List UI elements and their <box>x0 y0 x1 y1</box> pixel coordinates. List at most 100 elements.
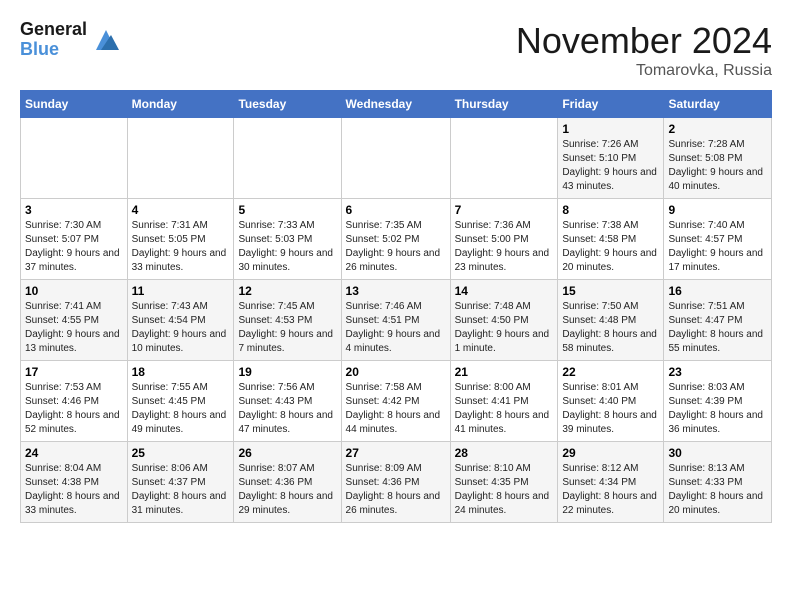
calendar-table: SundayMondayTuesdayWednesdayThursdayFrid… <box>20 90 772 523</box>
calendar-cell: 25 Sunrise: 8:06 AMSunset: 4:37 PMDayligh… <box>127 442 234 523</box>
day-number: 18 <box>132 365 230 379</box>
calendar-cell: 5 Sunrise: 7:33 AMSunset: 5:03 PMDaylight… <box>234 199 341 280</box>
calendar-cell: 26Sunrise: 8:07 AMSunset: 4:36 PMDayligh… <box>234 442 341 523</box>
day-info: Sunrise: 7:28 AMSunset: 5:08 PMDaylight:… <box>668 138 767 194</box>
calendar-cell <box>234 118 341 199</box>
day-info: Sunrise: 8:00 AMSunset: 4:41 PMDaylight:… <box>455 381 554 437</box>
day-info: Sunrise: 8:04 AMSunset: 4:38 PMDaylight:… <box>25 462 123 518</box>
title-section: November 2024 Tomarovka, Russia <box>516 20 772 80</box>
week-row-5: 24 Sunrise: 8:04 AMSunset: 4:38 PMDayligh… <box>21 442 772 523</box>
week-row-2: 3 Sunrise: 7:30 AMSunset: 5:07 PMDaylight… <box>21 199 772 280</box>
day-info: Sunrise: 7:53 AMSunset: 4:46 PMDaylight:… <box>25 381 123 437</box>
day-info: Sunrise: 7:46 AMSunset: 4:51 PMDaylight:… <box>346 300 446 356</box>
calendar-cell: 12 Sunrise: 7:45 AMSunset: 4:53 PMDayligh… <box>234 280 341 361</box>
calendar-cell: 16 Sunrise: 7:51 AMSunset: 4:47 PMDayligh… <box>664 280 772 361</box>
day-info: Sunrise: 7:26 AMSunset: 5:10 PMDaylight:… <box>562 138 659 194</box>
day-info: Sunrise: 7:58 AMSunset: 4:42 PMDaylight:… <box>346 381 446 437</box>
day-number: 4 <box>132 203 230 217</box>
day-number: 29 <box>562 446 659 460</box>
day-number: 5 <box>238 203 336 217</box>
day-number: 10 <box>25 284 123 298</box>
day-info: Sunrise: 7:33 AMSunset: 5:03 PMDaylight:… <box>238 219 336 275</box>
day-number: 13 <box>346 284 446 298</box>
day-info: Sunrise: 7:36 AMSunset: 5:00 PMDaylight:… <box>455 219 554 275</box>
calendar-cell: 19 Sunrise: 7:56 AMSunset: 4:43 PMDayligh… <box>234 361 341 442</box>
day-number: 3 <box>25 203 123 217</box>
day-number: 16 <box>668 284 767 298</box>
calendar-cell: 24 Sunrise: 8:04 AMSunset: 4:38 PMDayligh… <box>21 442 128 523</box>
day-header-thursday: Thursday <box>450 91 558 118</box>
calendar-cell: 18 Sunrise: 7:55 AMSunset: 4:45 PMDayligh… <box>127 361 234 442</box>
day-info: Sunrise: 8:01 AMSunset: 4:40 PMDaylight:… <box>562 381 659 437</box>
calendar-cell: 1 Sunrise: 7:26 AMSunset: 5:10 PMDaylight… <box>558 118 664 199</box>
day-header-friday: Friday <box>558 91 664 118</box>
day-info: Sunrise: 7:45 AMSunset: 4:53 PMDaylight:… <box>238 300 336 356</box>
day-info: Sunrise: 7:56 AMSunset: 4:43 PMDaylight:… <box>238 381 336 437</box>
calendar-cell: 28Sunrise: 8:10 AMSunset: 4:35 PMDayligh… <box>450 442 558 523</box>
calendar-cell: 11 Sunrise: 7:43 AMSunset: 4:54 PMDayligh… <box>127 280 234 361</box>
day-number: 26 <box>238 446 336 460</box>
day-number: 24 <box>25 446 123 460</box>
day-number: 11 <box>132 284 230 298</box>
day-number: 15 <box>562 284 659 298</box>
day-header-saturday: Saturday <box>664 91 772 118</box>
day-info: Sunrise: 8:12 AMSunset: 4:34 PMDaylight:… <box>562 462 659 518</box>
day-number: 30 <box>668 446 767 460</box>
day-number: 2 <box>668 122 767 136</box>
day-info: Sunrise: 7:48 AMSunset: 4:50 PMDaylight:… <box>455 300 554 356</box>
calendar-cell: 13 Sunrise: 7:46 AMSunset: 4:51 PMDayligh… <box>341 280 450 361</box>
calendar-cell: 14 Sunrise: 7:48 AMSunset: 4:50 PMDayligh… <box>450 280 558 361</box>
calendar-cell: 23Sunrise: 8:03 AMSunset: 4:39 PMDayligh… <box>664 361 772 442</box>
day-info: Sunrise: 8:10 AMSunset: 4:35 PMDaylight:… <box>455 462 554 518</box>
day-number: 23 <box>668 365 767 379</box>
day-number: 27 <box>346 446 446 460</box>
day-number: 1 <box>562 122 659 136</box>
day-number: 20 <box>346 365 446 379</box>
day-info: Sunrise: 7:55 AMSunset: 4:45 PMDaylight:… <box>132 381 230 437</box>
day-header-wednesday: Wednesday <box>341 91 450 118</box>
day-info: Sunrise: 7:30 AMSunset: 5:07 PMDaylight:… <box>25 219 123 275</box>
week-row-3: 10 Sunrise: 7:41 AMSunset: 4:55 PMDayligh… <box>21 280 772 361</box>
day-header-sunday: Sunday <box>21 91 128 118</box>
calendar-cell: 2 Sunrise: 7:28 AMSunset: 5:08 PMDaylight… <box>664 118 772 199</box>
week-row-1: 1 Sunrise: 7:26 AMSunset: 5:10 PMDaylight… <box>21 118 772 199</box>
page-header: GeneralBlue November 2024 Tomarovka, Rus… <box>20 20 772 80</box>
day-number: 21 <box>455 365 554 379</box>
day-number: 17 <box>25 365 123 379</box>
day-number: 12 <box>238 284 336 298</box>
day-info: Sunrise: 7:35 AMSunset: 5:02 PMDaylight:… <box>346 219 446 275</box>
day-info: Sunrise: 7:40 AMSunset: 4:57 PMDaylight:… <box>668 219 767 275</box>
calendar-cell: 3 Sunrise: 7:30 AMSunset: 5:07 PMDaylight… <box>21 199 128 280</box>
day-number: 6 <box>346 203 446 217</box>
calendar-cell: 21 Sunrise: 8:00 AMSunset: 4:41 PMDayligh… <box>450 361 558 442</box>
day-info: Sunrise: 7:43 AMSunset: 4:54 PMDaylight:… <box>132 300 230 356</box>
calendar-cell <box>341 118 450 199</box>
calendar-cell: 8Sunrise: 7:38 AMSunset: 4:58 PMDaylight… <box>558 199 664 280</box>
month-title: November 2024 <box>516 20 772 62</box>
calendar-cell: 22Sunrise: 8:01 AMSunset: 4:40 PMDayligh… <box>558 361 664 442</box>
day-number: 14 <box>455 284 554 298</box>
logo: GeneralBlue <box>20 20 121 60</box>
calendar-cell: 4Sunrise: 7:31 AMSunset: 5:05 PMDaylight… <box>127 199 234 280</box>
day-header-tuesday: Tuesday <box>234 91 341 118</box>
calendar-cell: 7Sunrise: 7:36 AMSunset: 5:00 PMDaylight… <box>450 199 558 280</box>
calendar-cell: 15 Sunrise: 7:50 AMSunset: 4:48 PMDayligh… <box>558 280 664 361</box>
day-info: Sunrise: 8:06 AMSunset: 4:37 PMDaylight:… <box>132 462 230 518</box>
calendar-cell <box>21 118 128 199</box>
header-row: SundayMondayTuesdayWednesdayThursdayFrid… <box>21 91 772 118</box>
day-info: Sunrise: 7:50 AMSunset: 4:48 PMDaylight:… <box>562 300 659 356</box>
calendar-cell: 29 Sunrise: 8:12 AMSunset: 4:34 PMDayligh… <box>558 442 664 523</box>
day-info: Sunrise: 7:41 AMSunset: 4:55 PMDaylight:… <box>25 300 123 356</box>
day-number: 25 <box>132 446 230 460</box>
day-header-monday: Monday <box>127 91 234 118</box>
day-info: Sunrise: 8:13 AMSunset: 4:33 PMDaylight:… <box>668 462 767 518</box>
logo-icon <box>91 25 121 55</box>
calendar-cell: 30 Sunrise: 8:13 AMSunset: 4:33 PMDayligh… <box>664 442 772 523</box>
calendar-cell: 27 Sunrise: 8:09 AMSunset: 4:36 PMDayligh… <box>341 442 450 523</box>
day-info: Sunrise: 7:51 AMSunset: 4:47 PMDaylight:… <box>668 300 767 356</box>
day-info: Sunrise: 7:38 AMSunset: 4:58 PMDaylight:… <box>562 219 659 275</box>
day-info: Sunrise: 8:09 AMSunset: 4:36 PMDaylight:… <box>346 462 446 518</box>
calendar-cell: 9Sunrise: 7:40 AMSunset: 4:57 PMDaylight… <box>664 199 772 280</box>
calendar-cell <box>127 118 234 199</box>
day-number: 19 <box>238 365 336 379</box>
